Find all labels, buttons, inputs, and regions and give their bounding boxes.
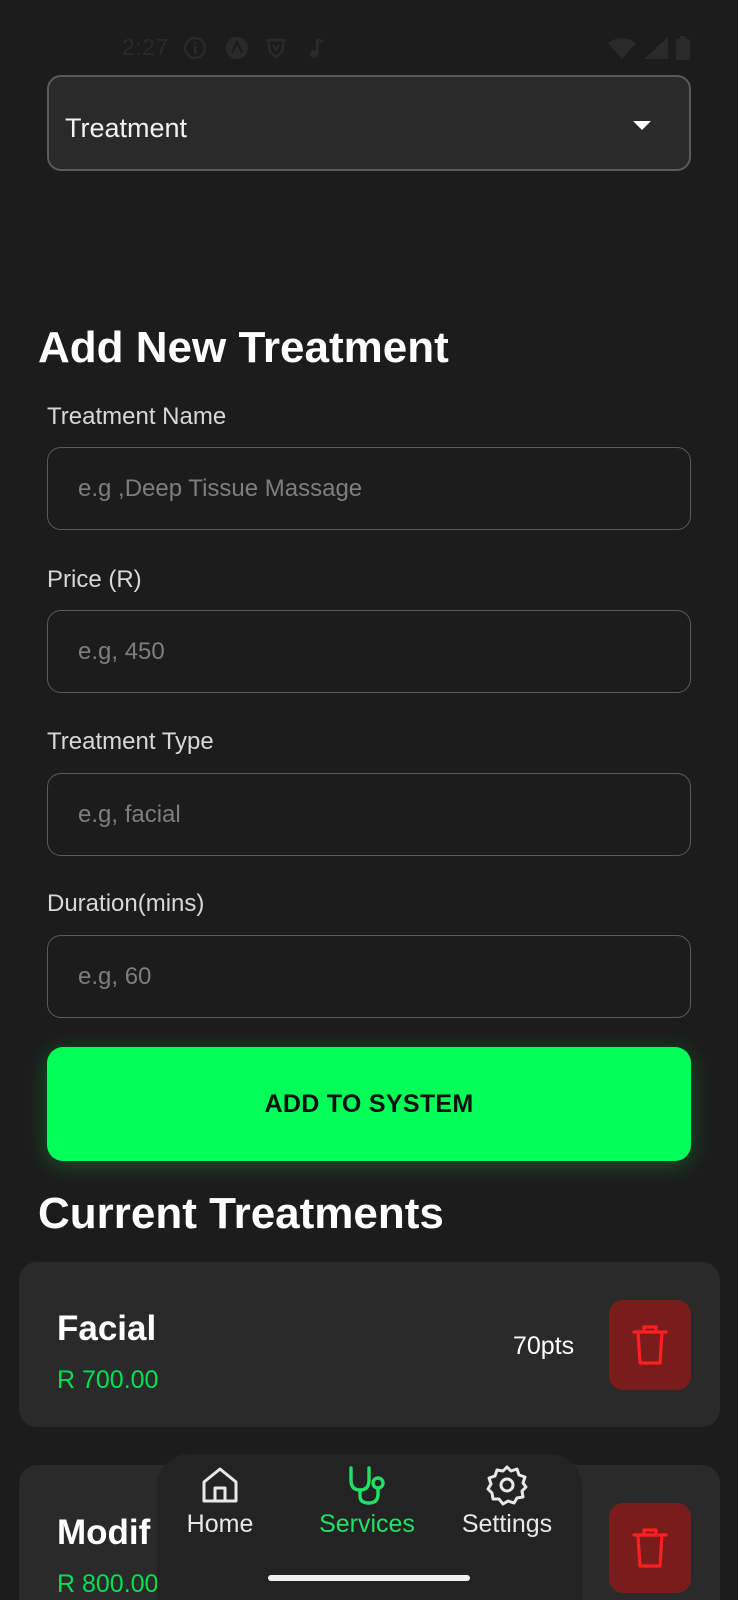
trash-icon <box>632 1325 668 1365</box>
nav-item-services[interactable]: Services <box>312 1464 422 1539</box>
status-time: 2:27 <box>122 34 169 60</box>
duration-label: Duration(mins) <box>47 890 205 917</box>
app-notification-icon <box>225 36 249 65</box>
price-label: Price (R) <box>47 566 142 593</box>
home-icon <box>202 1467 238 1503</box>
nav-item-settings[interactable]: Settings <box>457 1464 557 1539</box>
treatment-points: 70pts <box>513 1332 575 1360</box>
nav-label-home: Home <box>186 1510 254 1538</box>
status-indicators <box>608 36 690 65</box>
shield-icon <box>264 36 288 65</box>
dropdown-selected-value: Treatment <box>65 113 188 143</box>
screen: 2:27 Treatment Add New Treatment Treatme… <box>0 0 738 1600</box>
treatment-name: Facial <box>57 1309 157 1348</box>
status-bar: 2:27 <box>0 28 738 68</box>
duration-input[interactable] <box>47 935 691 1018</box>
treatment-price: R 800.00 <box>57 1570 159 1598</box>
gear-icon <box>486 1465 528 1506</box>
treatment-type-label: Treatment Type <box>47 728 214 755</box>
treatment-name: Modif <box>57 1513 151 1552</box>
treatment-price: R 700.00 <box>57 1366 159 1394</box>
nav-item-home[interactable]: Home <box>185 1464 255 1539</box>
music-note-icon <box>306 36 326 65</box>
stethoscope-icon <box>349 1466 385 1505</box>
trash-icon <box>632 1528 668 1568</box>
delete-treatment-button[interactable] <box>609 1503 691 1593</box>
treatment-name-label: Treatment Name <box>47 403 227 430</box>
delete-treatment-button[interactable] <box>609 1300 691 1390</box>
treatment-type-input[interactable] <box>47 773 691 856</box>
battery-icon <box>676 36 690 65</box>
info-icon <box>183 36 207 65</box>
dropdown-arrow-icon <box>633 121 651 130</box>
current-treatments-title: Current Treatments <box>38 1189 444 1238</box>
treatment-name-input[interactable] <box>47 447 691 530</box>
nav-label-settings: Settings <box>461 1510 553 1538</box>
cellular-signal-icon <box>644 37 668 64</box>
wifi-icon <box>608 37 636 64</box>
add-treatment-title: Add New Treatment <box>38 323 449 372</box>
add-to-system-button[interactable]: ADD TO SYSTEM <box>47 1047 691 1161</box>
treatment-card: Facial R 700.00 70pts <box>19 1262 720 1427</box>
home-indicator-bar[interactable] <box>268 1575 470 1581</box>
price-input[interactable] <box>47 610 691 693</box>
category-dropdown[interactable]: Treatment <box>47 75 691 171</box>
nav-label-services: Services <box>319 1510 415 1538</box>
